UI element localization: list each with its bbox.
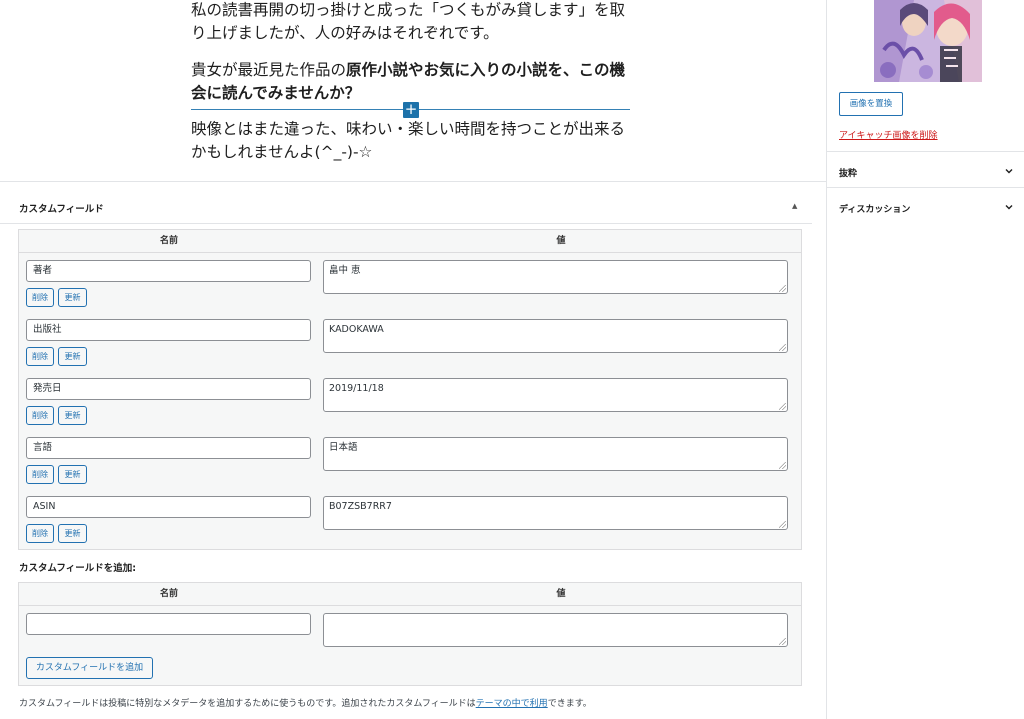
paragraph-block[interactable]: 貴女が最近見た作品の原作小説やお気に入りの小説を、この機会に読んでみませんか？ [191, 59, 631, 105]
editor-main: 私の読書再開の切っ掛けと成った「つくもがみ貸します」を取り上げましたが、人の好み… [0, 0, 826, 719]
update-button[interactable]: 更新 [58, 465, 87, 484]
update-button[interactable]: 更新 [58, 288, 87, 307]
block-inserter-plus-icon[interactable]: + [403, 102, 419, 118]
field-value-text: 畠中 恵 [329, 265, 361, 276]
resize-handle-icon[interactable] [779, 344, 786, 351]
add-custom-field-table: 名前 値 カスタムフィールドを追加 [18, 582, 802, 686]
delete-button[interactable]: 削除 [26, 524, 54, 543]
custom-fields-panel-header[interactable]: カスタムフィールド ▲ [0, 182, 812, 224]
custom-field-name-input[interactable]: 言語 [26, 437, 311, 459]
header-divider [19, 252, 801, 253]
delete-button[interactable]: 削除 [26, 288, 54, 307]
update-button[interactable]: 更新 [58, 406, 87, 425]
footnote-text: カスタムフィールドは投稿に特別なメタデータを追加するために使うものです。追加され… [19, 699, 476, 709]
featured-image-thumbnail[interactable] [874, 0, 982, 82]
remove-featured-image-link[interactable]: アイキャッチ画像を削除 [839, 128, 938, 141]
paragraph-block[interactable]: 私の読書再開の切っ掛けと成った「つくもがみ貸します」を取り上げましたが、人の好み… [191, 0, 631, 45]
discussion-panel-toggle[interactable]: ディスカッション [839, 202, 910, 215]
resize-handle-icon[interactable] [779, 285, 786, 292]
chevron-down-icon[interactable] [1004, 202, 1014, 212]
add-custom-field-button[interactable]: カスタムフィールドを追加 [26, 657, 153, 679]
custom-field-value-textarea[interactable]: 畠中 恵 [323, 260, 788, 294]
add-custom-field-title: カスタムフィールドを追加: [19, 563, 137, 574]
custom-field-name-input[interactable]: ASIN [26, 496, 311, 518]
column-header-name: 名前 [159, 236, 178, 246]
custom-field-value-textarea[interactable]: B07ZSB7RR7 [323, 496, 788, 530]
replace-image-button[interactable]: 画像を置換 [839, 92, 903, 116]
column-header-name: 名前 [159, 589, 178, 599]
custom-field-value-textarea[interactable]: KADOKAWA [323, 319, 788, 353]
chevron-down-icon[interactable] [1004, 166, 1014, 176]
custom-field-name-input[interactable]: 著者 [26, 260, 311, 282]
custom-fields-description: カスタムフィールドは投稿に特別なメタデータを追加するために使うものです。追加され… [19, 696, 592, 709]
field-value-text: KADOKAWA [329, 324, 384, 335]
excerpt-panel-toggle[interactable]: 抜粋 [839, 166, 857, 179]
settings-sidebar: 画像を置換 アイキャッチ画像を削除 抜粋 ディスカッション [826, 0, 1024, 719]
column-header-value: 値 [556, 236, 566, 246]
field-value-text: 2019/11/18 [329, 383, 384, 394]
book-cover-image [874, 0, 982, 82]
footnote-text-end: できます。 [547, 699, 592, 709]
paragraph-block[interactable]: 映像とはまた違った、味わい・楽しい時間を持つことが出来るかもしれませんよ(^_-… [191, 118, 631, 164]
collapse-arrow-icon[interactable]: ▲ [792, 202, 797, 210]
resize-handle-icon[interactable] [779, 521, 786, 528]
custom-fields-title: カスタムフィールド [19, 204, 104, 215]
resize-handle-icon[interactable] [779, 403, 786, 410]
custom-fields-table: 名前 値 著者 畠中 恵 削除 更新 出版社 KADOKAWA 削除 更新 発売… [18, 229, 802, 550]
custom-field-name-input[interactable]: 発売日 [26, 378, 311, 400]
resize-handle-icon[interactable] [779, 638, 786, 645]
header-divider [19, 605, 801, 606]
custom-field-value-textarea[interactable]: 日本語 [323, 437, 788, 471]
field-value-text: B07ZSB7RR7 [329, 501, 392, 512]
field-value-text: 日本語 [329, 442, 358, 453]
delete-button[interactable]: 削除 [26, 406, 54, 425]
resize-handle-icon[interactable] [779, 462, 786, 469]
theme-usage-link[interactable]: テーマの中で利用 [476, 699, 548, 709]
update-button[interactable]: 更新 [58, 524, 87, 543]
divider [827, 187, 1024, 188]
custom-field-value-textarea[interactable]: 2019/11/18 [323, 378, 788, 412]
update-button[interactable]: 更新 [58, 347, 87, 366]
delete-button[interactable]: 削除 [26, 347, 54, 366]
paragraph-text: 貴女が最近見た作品の [191, 61, 347, 79]
new-field-value-textarea[interactable] [323, 613, 788, 647]
delete-button[interactable]: 削除 [26, 465, 54, 484]
custom-field-name-input[interactable]: 出版社 [26, 319, 311, 341]
column-header-value: 値 [556, 589, 566, 599]
divider [827, 151, 1024, 152]
new-field-name-input[interactable] [26, 613, 311, 635]
